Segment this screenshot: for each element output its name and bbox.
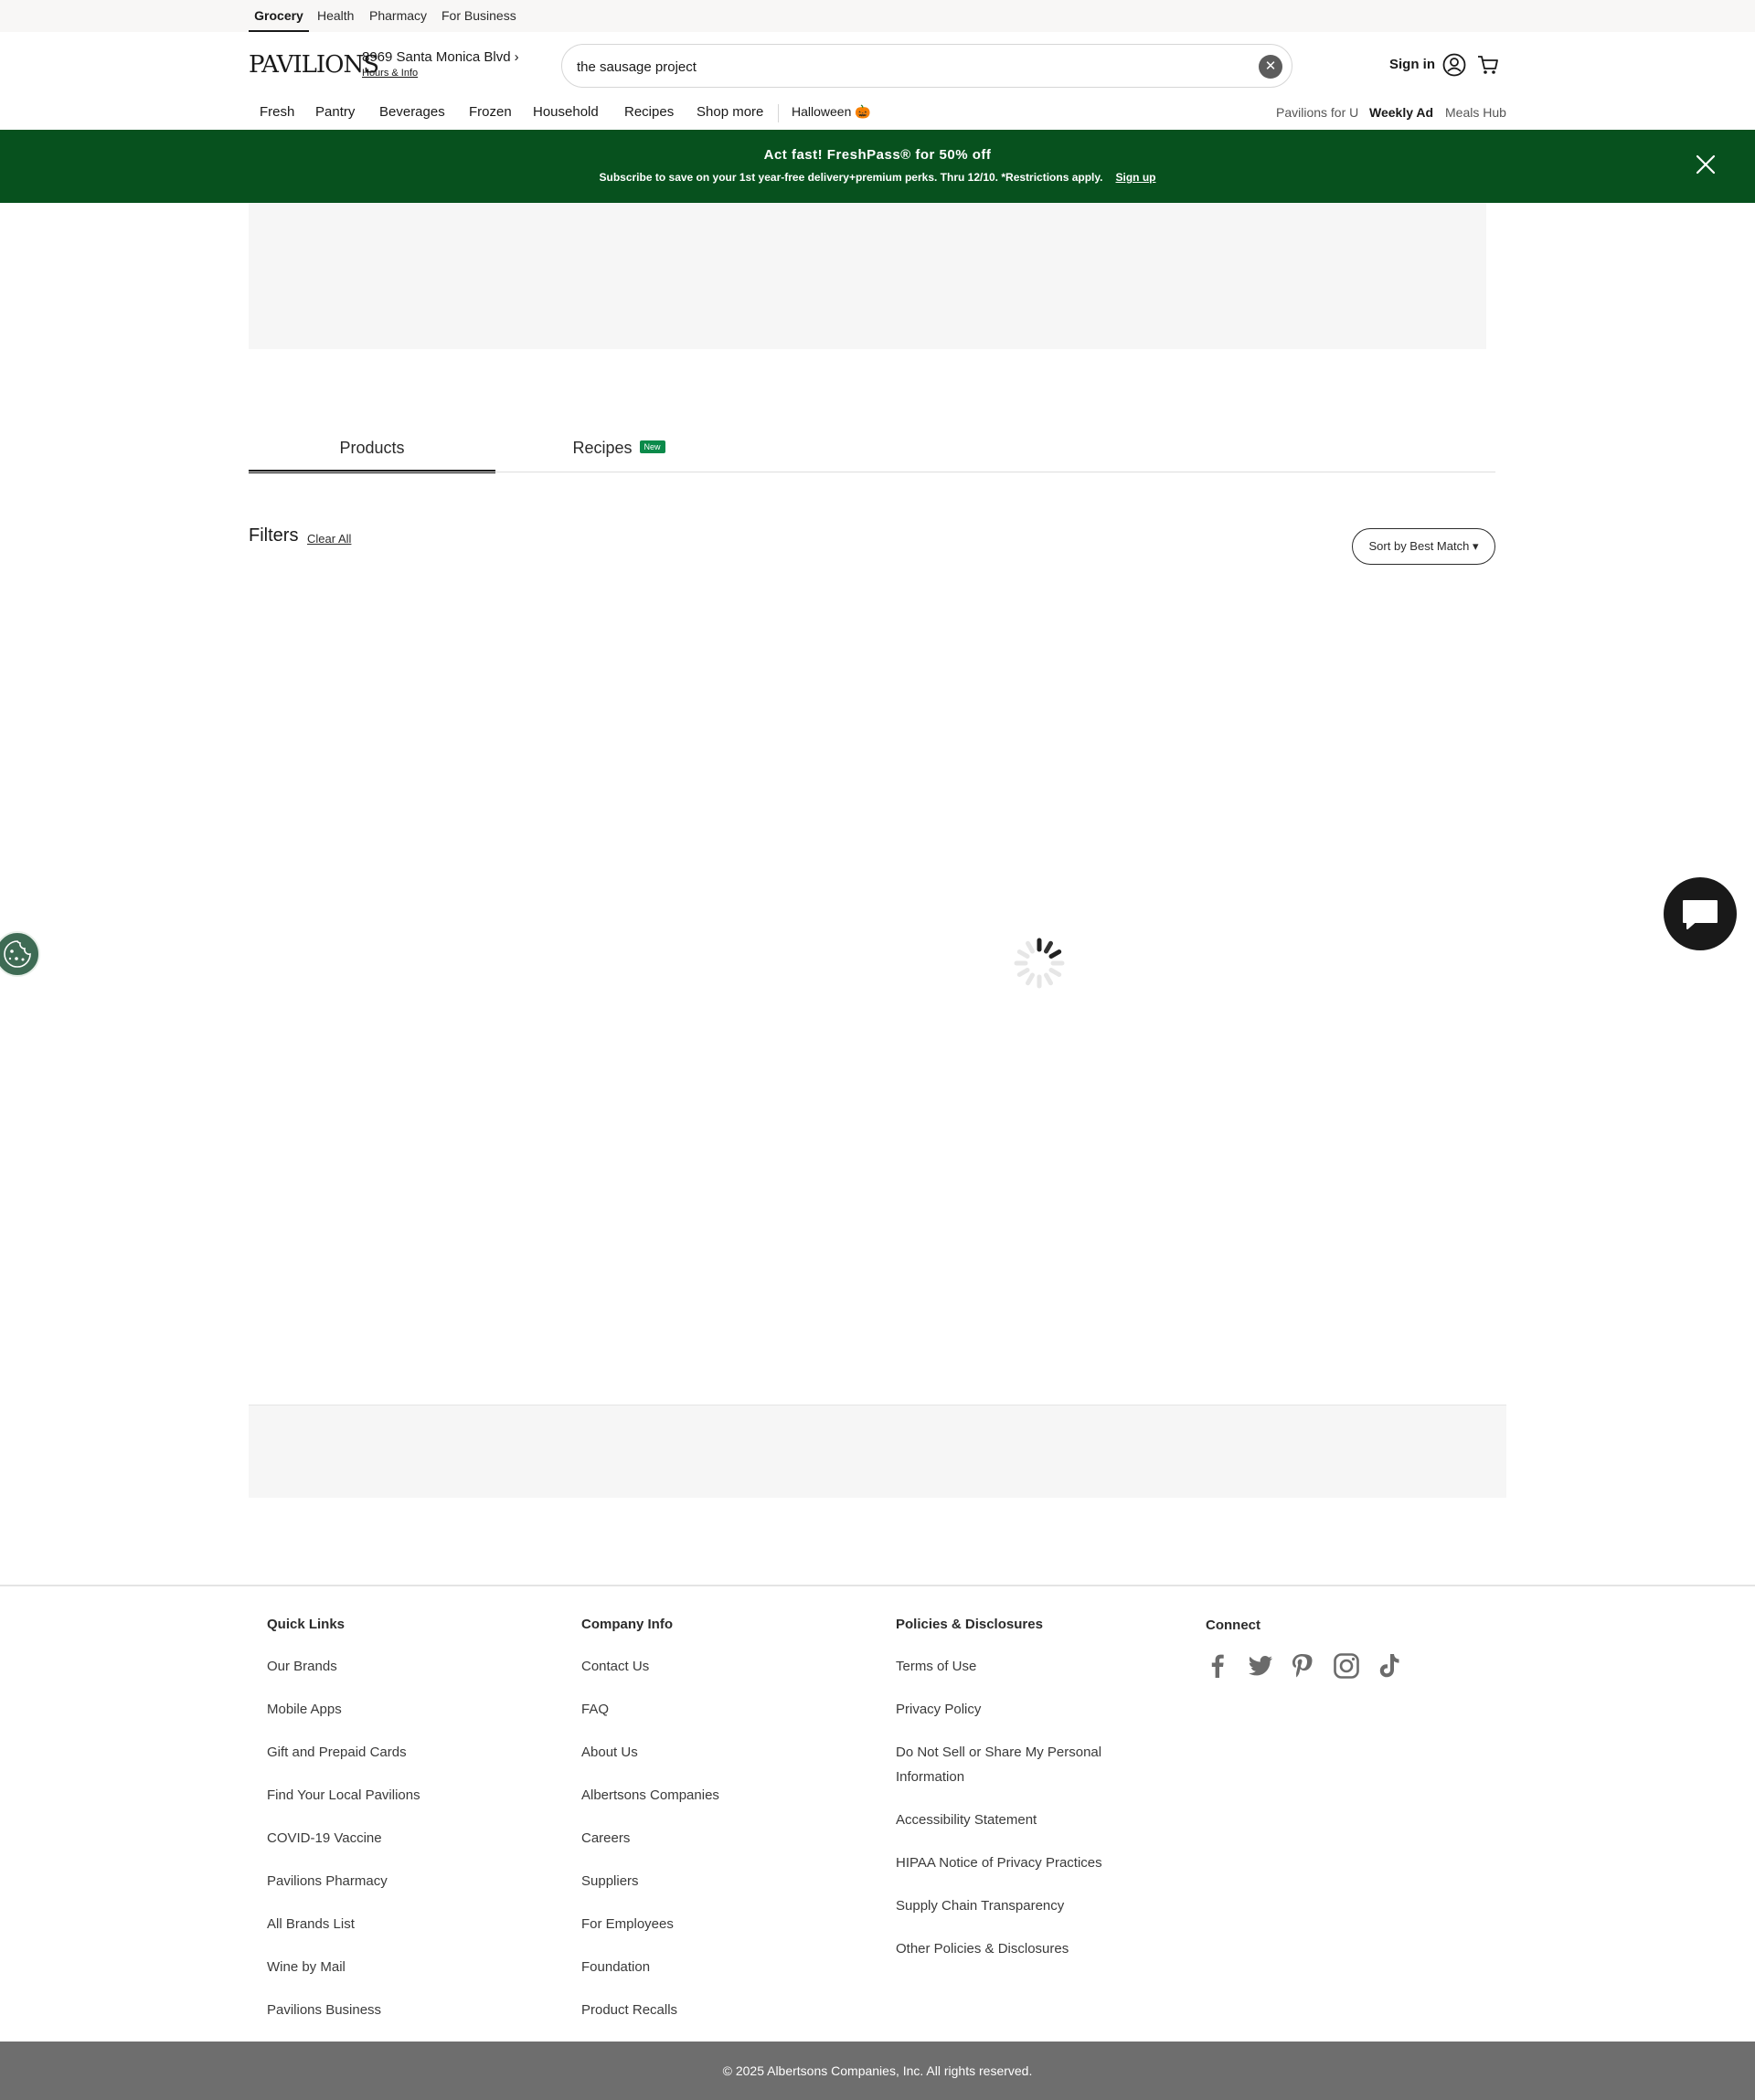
util-tab-health[interactable]: Health [317,0,354,32]
pinterest-icon[interactable] [1287,1651,1316,1681]
footer-link[interactable]: Careers [581,1826,630,1851]
util-tab-grocery[interactable]: Grocery [249,0,309,32]
promo-subtitle-text: Subscribe to save on your 1st year-free … [599,171,1103,184]
cookie-settings-button[interactable] [0,931,40,977]
nav-meals-hub[interactable]: Meals Hub [1445,105,1506,120]
filters-heading: Filters [249,525,299,546]
cookie-icon [4,940,31,968]
footer-divider [0,1585,1755,1586]
utility-bar: Grocery Health Pharmacy For Business [0,0,1755,32]
store-hours-link[interactable]: Hours & Info [362,68,418,79]
nav-beverages[interactable]: Beverages [379,104,445,120]
new-badge: New [639,440,665,454]
footer-link[interactable]: Gift and Prepaid Cards [267,1740,407,1765]
footer-link[interactable]: Supply Chain Transparency [896,1893,1064,1918]
nav-divider [778,104,779,122]
footer-link[interactable]: Wine by Mail [267,1955,346,1979]
footer-heading-connect: Connect [1206,1617,1260,1633]
nav-recipes[interactable]: Recipes [624,104,674,120]
promo-title: Act fast! FreshPass® for 50% off [763,147,992,163]
footer-link[interactable]: HIPAA Notice of Privacy Practices [896,1851,1102,1875]
search-bar: ✕ [561,44,1292,88]
nav-pavilions-for-u[interactable]: Pavilions for U [1276,105,1358,120]
chat-icon [1683,900,1718,929]
footer-link[interactable]: COVID-19 Vaccine [267,1826,382,1851]
nav-fresh[interactable]: Fresh [260,104,294,120]
footer-link[interactable]: Accessibility Statement [896,1808,1037,1832]
footer-link[interactable]: Privacy Policy [896,1697,981,1722]
store-address[interactable]: 8969 Santa Monica Blvd › [362,49,519,65]
copyright-text: © 2025 Albertsons Companies, Inc. All ri… [0,2042,1755,2100]
footer-link[interactable]: Suppliers [581,1869,639,1893]
user-icon[interactable] [1442,53,1466,77]
footer-link[interactable]: Pavilions Business [267,1998,381,2022]
footer-link[interactable]: Foundation [581,1955,650,1979]
footer-link[interactable]: Our Brands [267,1654,337,1679]
sign-in-link[interactable]: Sign in [1389,57,1435,72]
promo-banner: Act fast! FreshPass® for 50% off Subscri… [0,130,1755,203]
footer-heading-quick-links: Quick Links [267,1617,346,1632]
footer-link[interactable]: Product Recalls [581,1998,677,2022]
clear-search-icon[interactable]: ✕ [1259,55,1282,79]
nav-shop-more[interactable]: Shop more [697,104,763,120]
footer-link[interactable]: Terms of Use [896,1654,976,1679]
clear-all-link[interactable]: Clear All [307,532,351,546]
footer-link[interactable]: Do Not Sell or Share My Personal Informa… [896,1740,1124,1789]
footer-link[interactable]: Mobile Apps [267,1697,342,1722]
footer-link[interactable]: For Employees [581,1912,674,1936]
tiktok-icon[interactable] [1375,1651,1404,1681]
util-tab-for-business[interactable]: For Business [441,0,516,32]
tab-recipes[interactable]: Recipes New [495,439,742,472]
footer-link[interactable]: Contact Us [581,1654,649,1679]
store-address-text: 8969 Santa Monica Blvd [362,49,511,65]
promo-signup-link[interactable]: Sign up [1116,171,1156,184]
util-tab-pharmacy[interactable]: Pharmacy [369,0,427,32]
sort-dropdown[interactable]: Sort by Best Match ▾ [1352,528,1495,565]
nav-frozen[interactable]: Frozen [469,104,512,120]
footer-link[interactable]: Find Your Local Pavilions [267,1783,420,1808]
chevron-right-icon: › [514,49,519,65]
nav-halloween[interactable]: Halloween 🎃 [792,104,871,120]
twitter-icon[interactable] [1246,1651,1275,1681]
footer-link[interactable]: Albertsons Companies [581,1783,719,1808]
ad-placeholder [249,1405,1506,1498]
footer-link[interactable]: FAQ [581,1697,609,1722]
footer-link[interactable]: Pavilions Pharmacy [267,1869,388,1893]
footer-heading-company-info: Company Info [581,1617,673,1632]
nav-weekly-ad[interactable]: Weekly Ad [1369,105,1433,120]
cart-icon[interactable] [1476,53,1500,77]
close-icon[interactable] [1693,152,1718,177]
loading-spinner-icon [1014,938,1065,989]
footer-heading-policies: Policies & Disclosures [896,1617,1043,1632]
footer-link[interactable]: Other Policies & Disclosures [896,1936,1069,1961]
hero-placeholder [249,203,1486,349]
instagram-icon[interactable] [1332,1651,1361,1681]
nav-household[interactable]: Household [533,104,599,120]
nav-pantry[interactable]: Pantry [315,104,355,120]
pavilions-logo[interactable]: PAVILIONS [249,51,379,79]
footer-link[interactable]: About Us [581,1740,638,1765]
footer-link[interactable]: All Brands List [267,1912,355,1936]
tab-recipes-label: Recipes [572,439,633,457]
promo-subtitle: Subscribe to save on your 1st year-free … [0,171,1755,184]
tab-products[interactable]: Products [249,439,495,473]
chat-button[interactable] [1664,877,1737,950]
search-input[interactable] [577,56,1217,78]
facebook-icon[interactable] [1203,1651,1232,1681]
